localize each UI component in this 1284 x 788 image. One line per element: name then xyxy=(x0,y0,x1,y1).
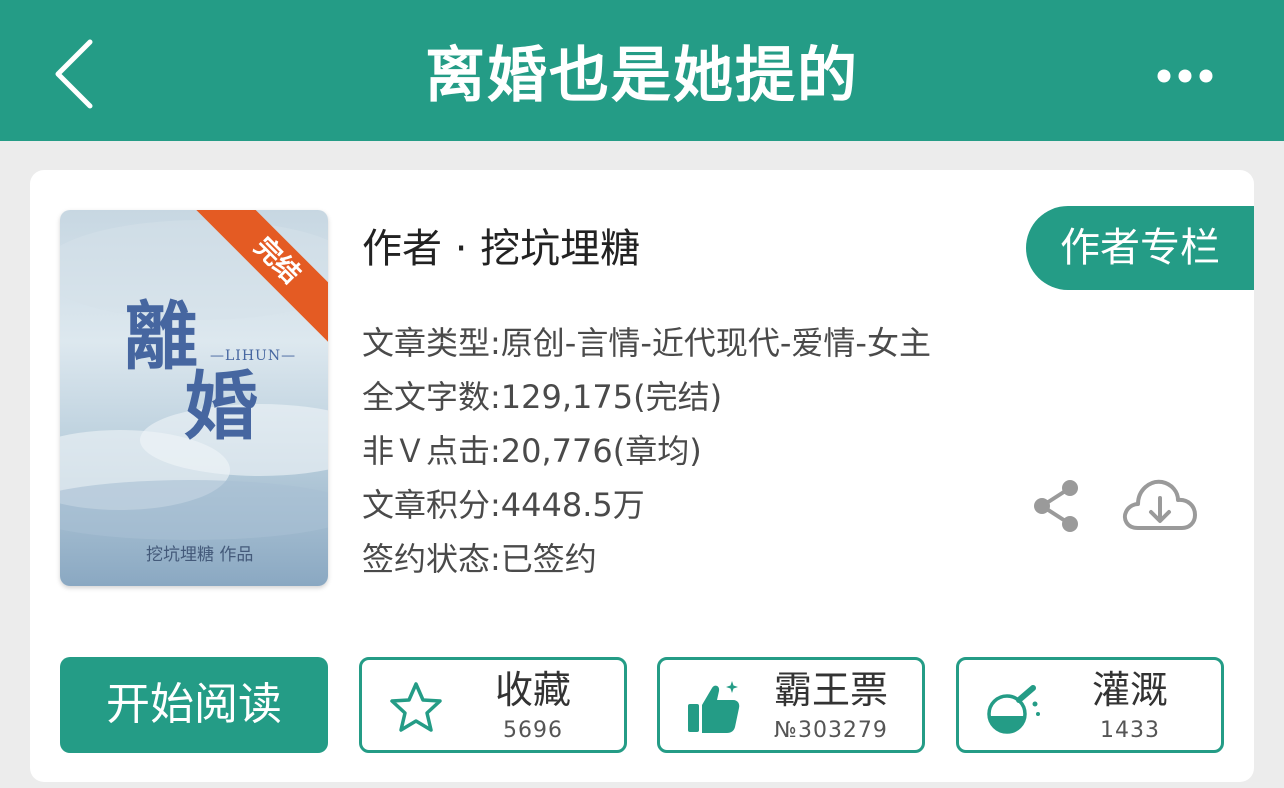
cloud-download-icon xyxy=(1122,479,1197,530)
share-button[interactable] xyxy=(1030,478,1084,534)
star-icon xyxy=(390,682,442,732)
download-button[interactable] xyxy=(1120,474,1198,536)
favorite-count: 5696 xyxy=(503,718,563,743)
info-row-score: 文章积分:4448.5万 xyxy=(362,486,645,524)
more-dots-icon xyxy=(1157,69,1213,83)
thumbs-up-icon xyxy=(688,681,740,733)
info-row-word-count: 全文字数:129,175(完结) xyxy=(362,378,723,416)
book-info-card: 離 婚 —LIHUN— 挖坑埋糖 作品 完结 作者 · 挖坑埋糖 作者专栏 文章… xyxy=(30,170,1254,782)
author-column-button[interactable]: 作者专栏 xyxy=(1026,206,1254,290)
book-info-list: 文章类型:原创-言情-近代现代-爱情-女主 全文字数:129,175(完结) 非… xyxy=(362,316,931,586)
favorite-button[interactable]: 收藏 5696 xyxy=(359,657,627,753)
flask-icon xyxy=(987,685,1040,734)
vote-button[interactable]: 霸王票 №303279 xyxy=(657,657,925,753)
vote-count: №303279 xyxy=(774,718,888,743)
cover-subtitle: —LIHUN— xyxy=(210,348,297,364)
irrigate-count: 1433 xyxy=(1100,718,1160,743)
favorite-label: 收藏 xyxy=(494,668,571,712)
more-button[interactable] xyxy=(1150,58,1220,94)
page-title: 离婚也是她提的 xyxy=(425,41,859,111)
top-bar: 离婚也是她提的 xyxy=(0,0,1284,141)
book-cover[interactable]: 離 婚 —LIHUN— 挖坑埋糖 作品 完结 xyxy=(60,210,328,586)
vote-label: 霸王票 xyxy=(773,668,888,712)
info-row-contract: 签约状态:已签约 xyxy=(362,540,597,578)
cover-author-caption: 挖坑埋糖 作品 xyxy=(146,545,254,565)
share-icon xyxy=(1034,480,1078,532)
start-reading-button[interactable]: 开始阅读 xyxy=(60,657,328,753)
irrigate-button[interactable]: 灌溉 1433 xyxy=(956,657,1224,753)
cover-title-char: 離 xyxy=(124,294,198,380)
author-name[interactable]: 作者 · 挖坑埋糖 xyxy=(362,222,640,276)
info-row-type: 文章类型:原创-言情-近代现代-爱情-女主 xyxy=(362,324,931,362)
cover-title-char: 婚 xyxy=(184,364,258,450)
irrigate-label: 灌溉 xyxy=(1091,668,1168,712)
info-row-clicks: 非Ｖ点击:20,776(章均) xyxy=(362,432,702,470)
